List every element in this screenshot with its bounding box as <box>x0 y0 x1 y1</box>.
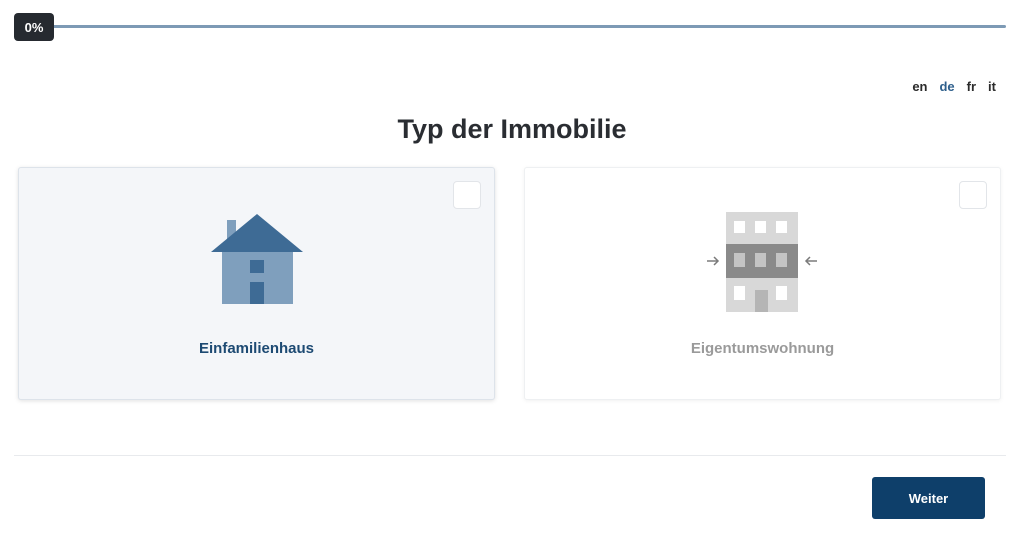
lang-en[interactable]: en <box>906 79 933 94</box>
page-title: Typ der Immobilie <box>397 114 627 144</box>
checkbox[interactable] <box>453 181 481 209</box>
option-card-einfamilienhaus[interactable]: Einfamilienhaus <box>18 167 495 400</box>
progress-badge: 0% <box>14 13 54 41</box>
option-label: Eigentumswohnung <box>690 340 835 357</box>
language-switcher: en de fr it <box>906 79 1002 94</box>
checkbox[interactable] <box>959 181 987 209</box>
lang-fr[interactable]: fr <box>961 79 982 94</box>
next-button[interactable]: Weiter <box>872 477 985 519</box>
lang-it[interactable]: it <box>982 79 1002 94</box>
option-card-eigentumswohnung[interactable]: Eigentumswohnung <box>524 167 1001 400</box>
page: 0% en de fr it Typ der Immobilie Einfami… <box>0 0 1024 533</box>
apartment-icon <box>703 212 823 317</box>
lang-de[interactable]: de <box>933 79 960 94</box>
house-icon <box>210 212 304 311</box>
progress-bar <box>14 25 1006 28</box>
divider <box>14 455 1006 456</box>
option-label: Einfamilienhaus <box>198 340 315 357</box>
